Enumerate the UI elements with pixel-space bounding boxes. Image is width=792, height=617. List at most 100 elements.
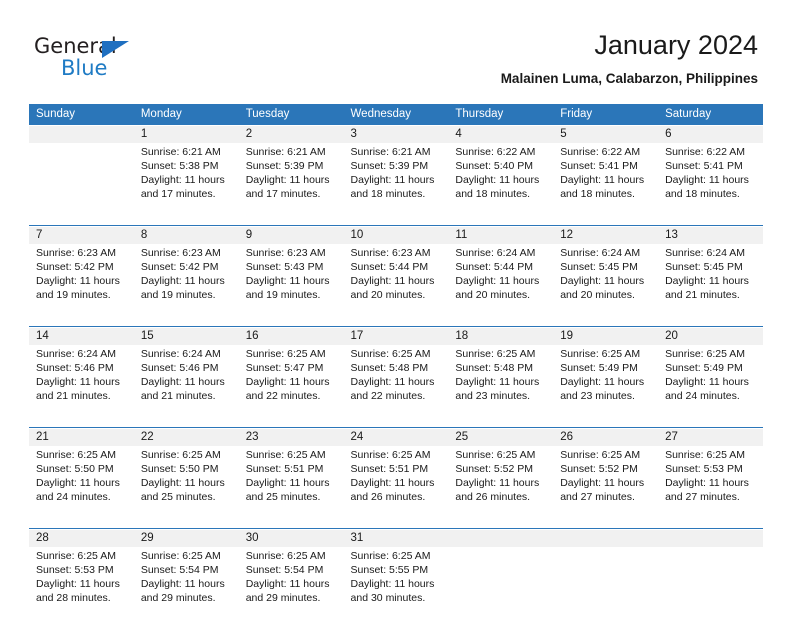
day-cell[interactable]: Sunrise: 6:21 AM Sunset: 5:39 PM Daylight:… — [344, 143, 449, 213]
day-cell[interactable]: Sunrise: 6:25 AM Sunset: 5:55 PM Daylight:… — [344, 547, 449, 617]
daylight-text-line1: Daylight: 11 hours — [560, 174, 645, 186]
sunset-text: Sunset: 5:39 PM — [245, 160, 324, 172]
day-cell[interactable]: Sunrise: 6:24 AM Sunset: 5:46 PM Daylight:… — [134, 345, 239, 415]
daylight-text-line1: Daylight: 11 hours — [455, 275, 540, 287]
day-cell[interactable]: Sunrise: 6:25 AM Sunset: 5:50 PM Daylight:… — [134, 446, 239, 516]
day-number[interactable]: 4 — [448, 125, 554, 143]
day-cell[interactable]: Sunrise: 6:25 AM Sunset: 5:48 PM Daylight:… — [448, 345, 553, 415]
day-number[interactable]: 31 — [343, 529, 449, 547]
day-cell[interactable]: Sunrise: 6:22 AM Sunset: 5:41 PM Daylight:… — [658, 143, 763, 213]
day-number[interactable]: 1 — [133, 125, 239, 143]
day-number[interactable]: 28 — [29, 529, 134, 547]
day-cell[interactable]: Sunrise: 6:25 AM Sunset: 5:50 PM Daylight:… — [29, 446, 134, 516]
day-number[interactable]: 7 — [29, 226, 134, 244]
day-number[interactable]: 16 — [238, 327, 344, 345]
day-cell[interactable]: Sunrise: 6:25 AM Sunset: 5:49 PM Daylight:… — [658, 345, 763, 415]
daylight-text-line1: Daylight: 11 hours — [560, 477, 645, 489]
day-number[interactable]: 9 — [238, 226, 344, 244]
day-number[interactable]: 18 — [448, 327, 554, 345]
day-cell[interactable]: Sunrise: 6:25 AM Sunset: 5:52 PM Daylight:… — [553, 446, 658, 516]
day-number[interactable]: 13 — [658, 226, 763, 244]
day-number[interactable]: 14 — [29, 327, 134, 345]
day-cell[interactable]: Sunrise: 6:25 AM Sunset: 5:54 PM Daylight:… — [239, 547, 344, 617]
day-info-row: Sunrise: 6:25 AM Sunset: 5:53 PM Daylight:… — [29, 547, 763, 617]
sunrise-text: Sunrise: 6:25 AM — [245, 449, 326, 461]
day-cell[interactable]: Sunrise: 6:23 AM Sunset: 5:43 PM Daylight:… — [239, 244, 344, 314]
day-number[interactable]: 2 — [238, 125, 344, 143]
day-number[interactable]: 6 — [658, 125, 763, 143]
day-cell[interactable]: Sunrise: 6:23 AM Sunset: 5:42 PM Daylight:… — [29, 244, 134, 314]
day-cell[interactable]: Sunrise: 6:24 AM Sunset: 5:45 PM Daylight:… — [553, 244, 658, 314]
day-number[interactable]: 23 — [238, 428, 344, 446]
day-cell[interactable]: Sunrise: 6:25 AM Sunset: 5:54 PM Daylight:… — [134, 547, 239, 617]
day-number-row: 14 15 16 17 18 19 20 — [29, 327, 763, 345]
day-number[interactable]: 22 — [133, 428, 239, 446]
sunrise-text: Sunrise: 6:24 AM — [455, 247, 536, 259]
day-cell[interactable]: Sunrise: 6:22 AM Sunset: 5:40 PM Daylight:… — [448, 143, 553, 213]
day-cell[interactable]: Sunrise: 6:25 AM Sunset: 5:49 PM Daylight:… — [553, 345, 658, 415]
daylight-text-line1: Daylight: 11 hours — [140, 174, 225, 186]
sunset-text: Sunset: 5:41 PM — [560, 160, 638, 172]
sunset-text: Sunset: 5:50 PM — [36, 463, 114, 475]
sunrise-text: Sunrise: 6:25 AM — [560, 348, 641, 360]
sunrise-text: Sunrise: 6:22 AM — [665, 146, 746, 158]
day-cell[interactable]: Sunrise: 6:25 AM Sunset: 5:51 PM Daylight:… — [344, 446, 449, 516]
daylight-text-line1: Daylight: 11 hours — [665, 174, 749, 186]
day-number[interactable]: 20 — [658, 327, 763, 345]
daylight-text-line1: Daylight: 11 hours — [140, 578, 225, 590]
daylight-text-line2: and 23 minutes. — [560, 390, 635, 402]
day-number[interactable]: 3 — [343, 125, 449, 143]
daylight-text-line1: Daylight: 11 hours — [560, 376, 645, 388]
daylight-text-line2: and 17 minutes. — [245, 188, 321, 200]
daylight-text-line2: and 18 minutes. — [560, 188, 635, 200]
day-cell[interactable]: Sunrise: 6:21 AM Sunset: 5:38 PM Daylight:… — [134, 143, 239, 213]
day-info-row: Sunrise: 6:23 AM Sunset: 5:42 PM Daylight:… — [29, 244, 763, 314]
day-number[interactable]: 25 — [448, 428, 554, 446]
daylight-text-line2: and 25 minutes. — [140, 491, 216, 503]
day-cell[interactable]: Sunrise: 6:21 AM Sunset: 5:39 PM Daylight:… — [239, 143, 344, 213]
week-gap-cell — [29, 415, 763, 427]
sunset-text: Sunset: 5:42 PM — [140, 261, 219, 273]
day-cell[interactable]: Sunrise: 6:24 AM Sunset: 5:44 PM Daylight:… — [448, 244, 553, 314]
day-cell[interactable]: Sunrise: 6:23 AM Sunset: 5:44 PM Daylight:… — [344, 244, 449, 314]
day-cell[interactable]: Sunrise: 6:25 AM Sunset: 5:48 PM Daylight:… — [344, 345, 449, 415]
day-number[interactable]: 11 — [448, 226, 554, 244]
sunrise-text: Sunrise: 6:25 AM — [350, 449, 431, 461]
day-cell[interactable]: Sunrise: 6:24 AM Sunset: 5:45 PM Daylight:… — [658, 244, 763, 314]
day-cell[interactable]: Sunrise: 6:25 AM Sunset: 5:47 PM Daylight:… — [239, 345, 344, 415]
day-cell[interactable]: Sunrise: 6:25 AM Sunset: 5:53 PM Daylight:… — [29, 547, 134, 617]
sunset-text: Sunset: 5:53 PM — [36, 564, 114, 576]
day-number[interactable]: 8 — [133, 226, 239, 244]
week-gap — [29, 415, 763, 427]
day-cell[interactable]: Sunrise: 6:25 AM Sunset: 5:53 PM Daylight:… — [658, 446, 763, 516]
day-cell-empty — [29, 143, 134, 213]
day-number[interactable]: 29 — [133, 529, 239, 547]
day-number[interactable]: 21 — [29, 428, 134, 446]
day-number[interactable]: 30 — [238, 529, 344, 547]
day-cell[interactable]: Sunrise: 6:23 AM Sunset: 5:42 PM Daylight:… — [134, 244, 239, 314]
day-number[interactable]: 27 — [658, 428, 763, 446]
daylight-text-line2: and 18 minutes. — [665, 188, 740, 200]
day-number[interactable]: 19 — [553, 327, 659, 345]
day-number[interactable]: 10 — [343, 226, 449, 244]
day-cell[interactable]: Sunrise: 6:22 AM Sunset: 5:41 PM Daylight:… — [553, 143, 658, 213]
sunset-text: Sunset: 5:46 PM — [140, 362, 219, 374]
day-number[interactable]: 12 — [553, 226, 659, 244]
day-cell[interactable]: Sunrise: 6:25 AM Sunset: 5:51 PM Daylight:… — [239, 446, 344, 516]
day-number[interactable]: 17 — [343, 327, 449, 345]
day-number[interactable]: 24 — [343, 428, 449, 446]
weekday-header-sunday: Sunday — [29, 104, 134, 124]
day-number[interactable]: 5 — [553, 125, 659, 143]
sunset-text: Sunset: 5:49 PM — [665, 362, 743, 374]
daylight-text-line2: and 21 minutes. — [665, 289, 740, 301]
day-number[interactable]: 26 — [553, 428, 659, 446]
daylight-text-line2: and 24 minutes. — [665, 390, 740, 402]
day-number[interactable]: 15 — [133, 327, 239, 345]
daylight-text-line2: and 30 minutes. — [350, 592, 426, 604]
sunset-text: Sunset: 5:45 PM — [560, 261, 638, 273]
sunset-text: Sunset: 5:55 PM — [350, 564, 429, 576]
day-cell[interactable]: Sunrise: 6:24 AM Sunset: 5:46 PM Daylight:… — [29, 345, 134, 415]
day-cell[interactable]: Sunrise: 6:25 AM Sunset: 5:52 PM Daylight:… — [448, 446, 553, 516]
daylight-text-line2: and 29 minutes. — [245, 592, 321, 604]
sunrise-text: Sunrise: 6:25 AM — [560, 449, 641, 461]
